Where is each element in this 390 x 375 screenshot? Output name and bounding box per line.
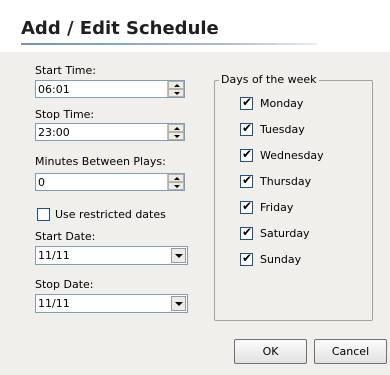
start-time-spinner[interactable]: 06:01 <box>35 80 185 98</box>
stop-date-value: 11/11 <box>38 297 70 310</box>
friday-label: Friday <box>260 201 294 214</box>
cancel-button[interactable]: Cancel <box>314 339 387 364</box>
minutes-between-up-button[interactable] <box>168 174 184 182</box>
check-icon: ✔ <box>242 121 253 135</box>
start-time-down-button[interactable] <box>168 89 184 97</box>
stop-time-down-button[interactable] <box>168 132 184 140</box>
restricted-dates-label: Use restricted dates <box>55 208 166 221</box>
start-time-value: 06:01 <box>38 83 70 96</box>
stop-date-label: Stop Date: <box>35 278 94 291</box>
stop-date-dropdown-button[interactable] <box>171 296 186 311</box>
down-arrow-icon <box>174 185 180 188</box>
start-date-dropdown-button[interactable] <box>171 248 186 263</box>
check-icon: ✔ <box>242 147 253 161</box>
stop-date-picker[interactable]: 11/11 <box>35 294 188 313</box>
down-arrow-icon <box>174 92 180 95</box>
check-icon: ✔ <box>242 199 253 213</box>
chevron-down-icon <box>175 302 183 306</box>
stop-time-label: Stop Time: <box>35 108 95 121</box>
start-date-picker[interactable]: 11/11 <box>35 246 188 265</box>
start-time-spin-buttons <box>167 81 184 97</box>
stop-time-spinner[interactable]: 23:00 <box>35 123 185 141</box>
days-of-week-legend: Days of the week <box>219 73 319 86</box>
saturday-label: Saturday <box>260 227 310 240</box>
start-date-label: Start Date: <box>35 230 96 243</box>
minutes-between-spin-buttons <box>167 174 184 190</box>
friday-checkbox[interactable]: ✔ <box>240 199 253 214</box>
start-time-up-button[interactable] <box>168 81 184 89</box>
title-underline <box>21 43 317 45</box>
stop-time-value: 23:00 <box>38 126 70 139</box>
start-date-value: 11/11 <box>38 249 70 262</box>
wednesday-checkbox[interactable]: ✔ <box>240 147 253 162</box>
saturday-checkbox[interactable]: ✔ <box>240 225 253 240</box>
check-icon: ✔ <box>242 251 253 265</box>
up-arrow-icon <box>174 177 180 180</box>
monday-label: Monday <box>260 97 304 110</box>
stop-time-spin-buttons <box>167 124 184 140</box>
up-arrow-icon <box>174 84 180 87</box>
tuesday-label: Tuesday <box>260 123 305 136</box>
chevron-down-icon <box>175 254 183 258</box>
ok-button[interactable]: OK <box>234 339 307 364</box>
wednesday-label: Wednesday <box>260 149 324 162</box>
stop-time-up-button[interactable] <box>168 124 184 132</box>
check-icon: ✔ <box>242 95 253 109</box>
sunday-checkbox[interactable]: ✔ <box>240 251 253 266</box>
days-of-week-group <box>214 80 373 321</box>
minutes-between-spinner[interactable]: 0 <box>35 173 185 191</box>
thursday-checkbox[interactable]: ✔ <box>240 173 253 188</box>
monday-checkbox[interactable]: ✔ <box>240 95 253 110</box>
tuesday-checkbox[interactable]: ✔ <box>240 121 253 136</box>
up-arrow-icon <box>174 127 180 130</box>
dialog-title: Add / Edit Schedule <box>21 18 219 39</box>
restricted-dates-checkbox[interactable] <box>37 208 50 221</box>
minutes-between-label: Minutes Between Plays: <box>35 155 166 168</box>
thursday-label: Thursday <box>260 175 312 188</box>
minutes-between-down-button[interactable] <box>168 182 184 190</box>
check-icon: ✔ <box>242 173 253 187</box>
minutes-between-value: 0 <box>38 176 45 189</box>
sunday-label: Sunday <box>260 253 302 266</box>
start-time-label: Start Time: <box>35 64 96 77</box>
down-arrow-icon <box>174 135 180 138</box>
check-icon: ✔ <box>242 225 253 239</box>
